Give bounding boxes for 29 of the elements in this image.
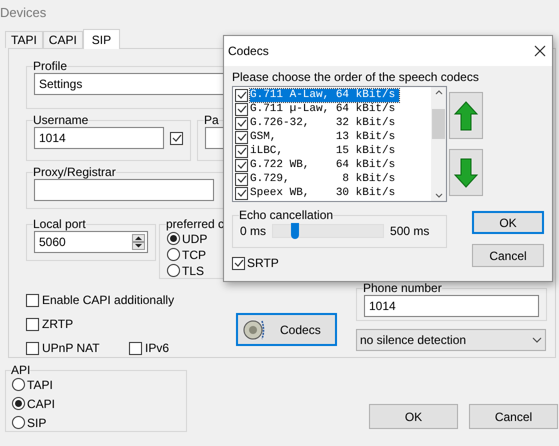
- select-value: Settings: [39, 76, 82, 93]
- group-label: Echo cancellation: [239, 208, 334, 222]
- window-title: Devices: [0, 4, 48, 22]
- radio-label: CAPI: [27, 396, 56, 412]
- group-label: API: [11, 363, 30, 377]
- select-value: no silence detection: [360, 332, 466, 349]
- radio-label: TLS: [182, 262, 204, 280]
- radio-label: UDP: [182, 230, 208, 248]
- group-label: Pa: [204, 113, 219, 127]
- checkbox-label: SRTP: [247, 255, 279, 272]
- group-label: Username: [33, 113, 88, 127]
- group-label: Profile: [33, 59, 68, 73]
- group-label: Local port: [33, 217, 86, 231]
- checkbox-label: Enable CAPI additionally: [42, 292, 174, 309]
- checkbox-label: IPv6: [145, 340, 170, 357]
- checkbox-label: UPnP NAT: [42, 340, 100, 357]
- field-value: 1014: [369, 298, 396, 315]
- dialog-title: Codecs: [228, 43, 269, 60]
- slider-min-label: 0 ms: [240, 223, 266, 240]
- group-label: Proxy/Registrar: [33, 165, 116, 179]
- field-value: 5060: [39, 234, 66, 251]
- group-label: Phone number: [363, 281, 442, 295]
- radio-label: SIP: [27, 414, 46, 432]
- slider-max-label: 500 ms: [390, 223, 430, 240]
- field-value: 1014: [39, 130, 66, 147]
- prompt-text: Please choose the order of the speech codecs: [232, 70, 480, 84]
- radio-label: TCP: [182, 246, 206, 264]
- checkbox-label: ZRTP: [42, 316, 74, 333]
- radio-label: TAPI: [27, 376, 53, 394]
